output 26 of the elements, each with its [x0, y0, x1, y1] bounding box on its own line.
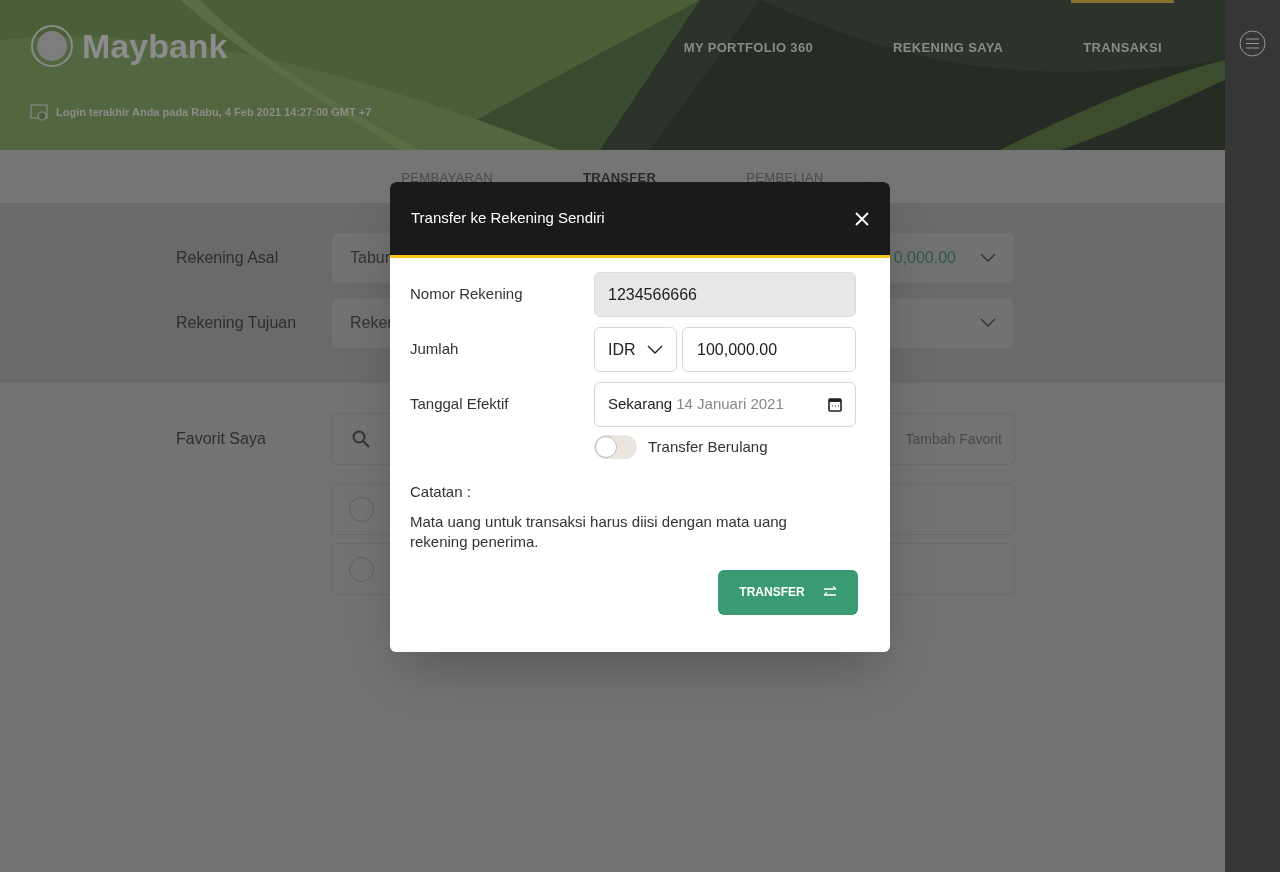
- chevron-down-icon: [980, 253, 996, 263]
- dialog-title: Transfer ke Rekening Sendiri: [411, 208, 605, 229]
- calendar-icon[interactable]: [828, 397, 842, 412]
- account-number-field: 1234566666: [594, 272, 856, 317]
- note-text: Mata uang untuk transaksi harus diisi dengan mata uang rekening penerima.: [410, 511, 788, 552]
- note-title: Catatan :: [410, 482, 472, 502]
- logo-text: Maybank: [82, 29, 228, 63]
- chevron-down-icon: [647, 344, 663, 355]
- field-label: Rekening Asal: [176, 248, 280, 268]
- menu-icon[interactable]: [1239, 30, 1266, 57]
- field-label: Jumlah: [410, 339, 460, 360]
- nav-link[interactable]: MY PORTFOLIO 360: [671, 0, 826, 66]
- field-label: Nomor Rekening: [410, 284, 524, 305]
- nav-link[interactable]: TRANSAKSI: [1071, 0, 1174, 66]
- transfer-button[interactable]: TRANSFER: [718, 569, 858, 615]
- amount-field[interactable]: 100,000.00: [682, 327, 856, 372]
- close-icon[interactable]: [855, 211, 869, 226]
- last-login-text: Login terakhir Anda pada Rabu, 4 Feb 2021 14:27:00 GMT +7: [56, 104, 372, 120]
- calendar-clock-icon: [30, 103, 48, 121]
- chevron-down-icon: [980, 318, 996, 328]
- favorites-label: Favorit Saya: [176, 429, 267, 449]
- currency-select[interactable]: IDR: [594, 327, 677, 372]
- nav-link[interactable]: REKENING SAYA: [881, 0, 1016, 66]
- field-label: Tanggal Efektif: [410, 394, 510, 415]
- field-label: Rekening Tujuan: [176, 313, 298, 333]
- swap-arrows-icon: [822, 586, 837, 598]
